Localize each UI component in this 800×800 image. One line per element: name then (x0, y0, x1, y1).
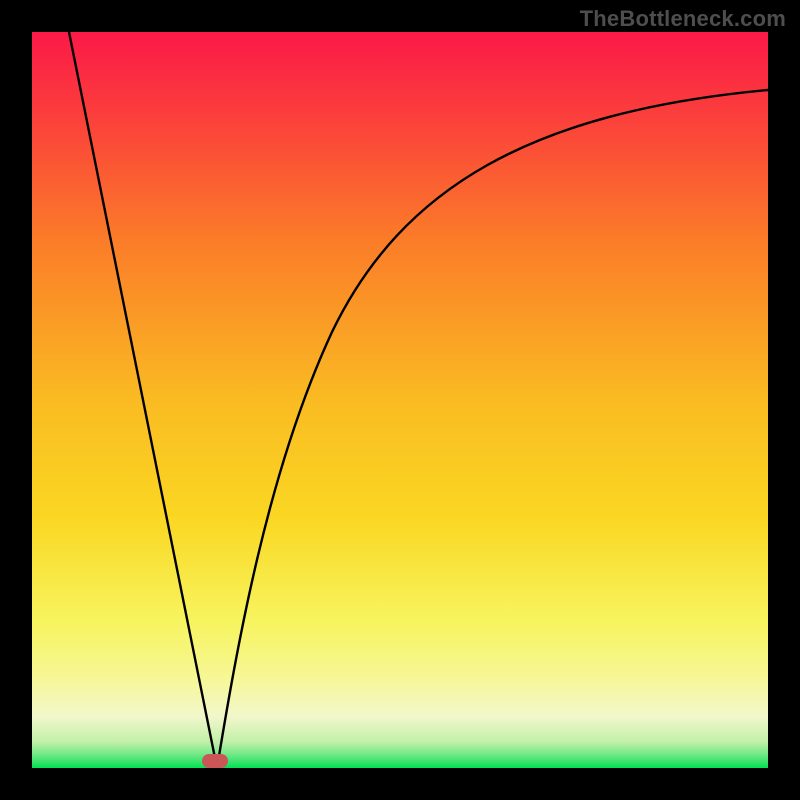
plot-area (32, 32, 768, 768)
background-gradient (32, 32, 768, 768)
optimal-marker (202, 754, 228, 768)
watermark-text: TheBottleneck.com (580, 6, 786, 32)
